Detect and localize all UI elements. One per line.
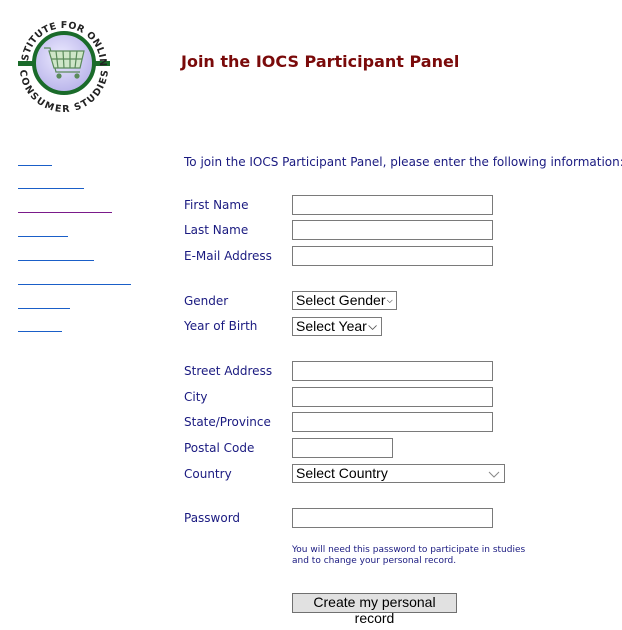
country-label: Country <box>184 467 232 481</box>
last-name-label: Last Name <box>184 223 249 237</box>
iocs-logo: INSTITUTE FOR ONLINE CONSUMER STUDIES <box>10 8 114 116</box>
email-input[interactable] <box>292 246 493 266</box>
create-record-button[interactable]: Create my personal record <box>292 593 457 626</box>
sidebar-link-4[interactable] <box>18 235 68 237</box>
gender-label: Gender <box>184 294 229 308</box>
form-intro: To join the IOCS Participant Panel, plea… <box>184 155 622 169</box>
first-name-input[interactable] <box>292 195 493 215</box>
country-select[interactable]: Select Country <box>292 464 505 483</box>
postal-code-input[interactable] <box>292 438 393 458</box>
year-of-birth-select[interactable]: Select Year <box>292 317 382 336</box>
password-hint: You will need this password to participa… <box>292 545 526 566</box>
sidebar-link-2[interactable] <box>18 187 84 189</box>
street-address-label: Street Address <box>184 364 273 378</box>
chevron-down-icon <box>488 471 500 478</box>
chevron-down-icon <box>368 324 377 330</box>
logo-graphic: INSTITUTE FOR ONLINE CONSUMER STUDIES <box>10 8 111 116</box>
sidebar-link-5[interactable] <box>18 259 94 261</box>
chevron-down-icon <box>386 299 393 303</box>
city-label: City <box>184 390 208 404</box>
email-label: E-Mail Address <box>184 249 272 263</box>
sidebar-link-1[interactable] <box>18 164 52 166</box>
sidebar-link-7[interactable] <box>18 307 70 309</box>
state-province-label: State/Province <box>184 415 271 429</box>
password-input[interactable] <box>292 508 493 528</box>
gender-select[interactable]: Select Gender <box>292 291 397 310</box>
last-name-input[interactable] <box>292 220 493 240</box>
year-selected-value: Select Year <box>296 318 367 334</box>
first-name-label: First Name <box>184 198 249 212</box>
country-selected-value: Select Country <box>296 465 388 481</box>
sidebar-link-3[interactable] <box>18 211 112 213</box>
password-label: Password <box>184 511 241 525</box>
postal-code-label: Postal Code <box>184 441 255 455</box>
gender-selected-value: Select Gender <box>296 292 386 308</box>
sidebar-link-8[interactable] <box>18 330 62 332</box>
sidebar-link-6[interactable] <box>18 283 131 285</box>
page-title: Join the IOCS Participant Panel <box>181 52 460 71</box>
state-province-input[interactable] <box>292 412 493 432</box>
street-address-input[interactable] <box>292 361 493 381</box>
year-of-birth-label: Year of Birth <box>184 319 258 333</box>
city-input[interactable] <box>292 387 493 407</box>
